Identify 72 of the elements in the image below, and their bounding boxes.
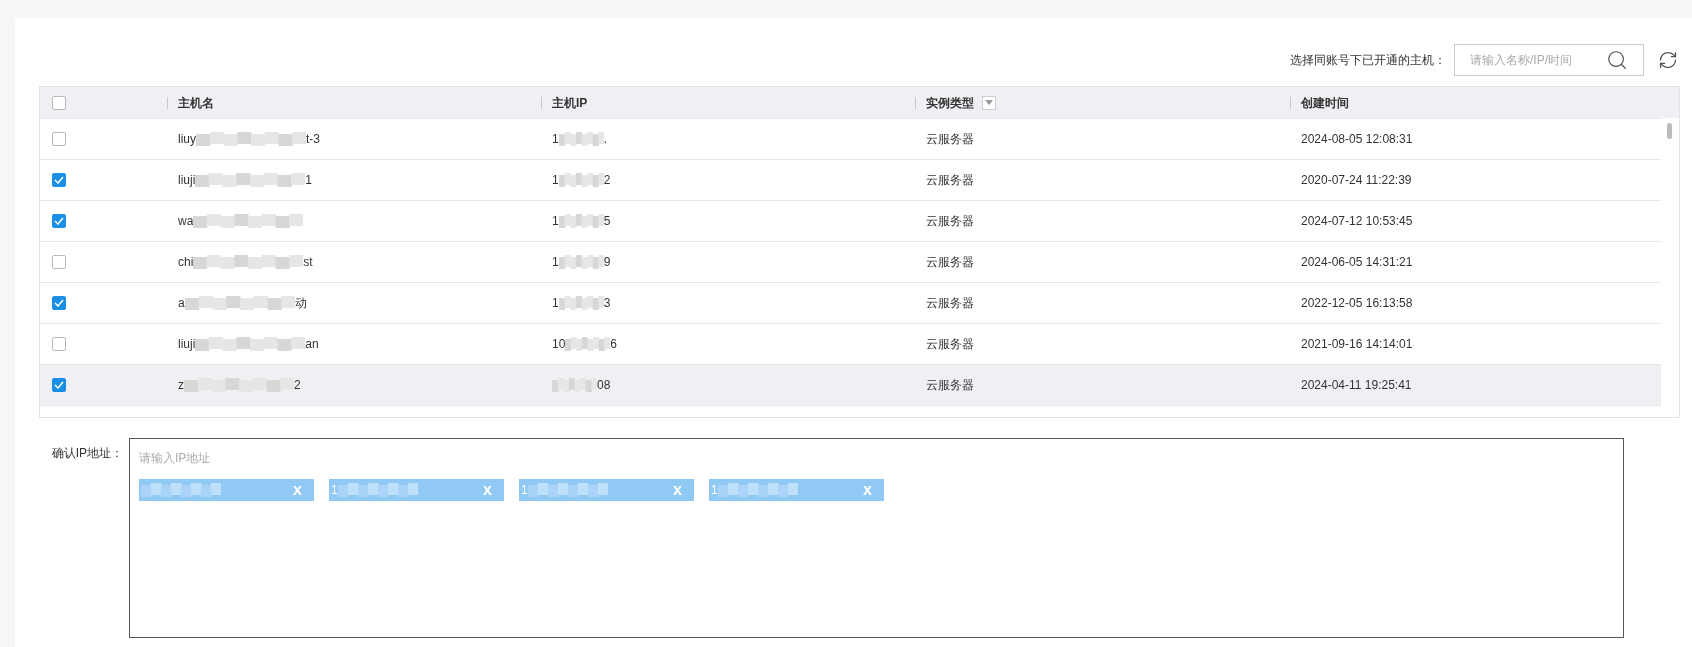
column-header[interactable]: 主机名	[178, 93, 214, 112]
checkbox[interactable]	[52, 337, 66, 351]
pixelated-redaction	[558, 172, 604, 188]
table-cell-text: 08	[597, 377, 611, 394]
checkbox[interactable]	[52, 95, 66, 110]
table-cell-text: 9	[603, 254, 611, 271]
table-cell: 云服务器	[926, 173, 974, 187]
table-cell: 2021-09-16 14:14:01	[1301, 337, 1413, 351]
search-input[interactable]: 请输入名称/IP/时间	[1470, 51, 1590, 69]
checkbox[interactable]	[52, 214, 66, 228]
table-cell-text: liuji	[178, 336, 196, 353]
table-cell: 2024-08-05 12:08:31	[1301, 132, 1413, 146]
table-cell-text: 动	[294, 295, 307, 312]
table-cell-text: 1	[305, 172, 313, 189]
table-cell-text: liuji	[178, 172, 196, 189]
table-cell: 2024-06-05 14:31:21	[1301, 255, 1413, 269]
scrollbar-thumb[interactable]	[1667, 123, 1672, 139]
table-cell-text: .	[603, 131, 608, 148]
pixelated-redaction	[565, 336, 611, 352]
tag-text: 1	[521, 482, 528, 499]
table-cell: 云服务器	[926, 214, 974, 228]
tag-text: 1	[331, 482, 338, 499]
table-cell: 云服务器	[926, 378, 974, 392]
table-cell-text: 5	[603, 213, 611, 230]
filter-dropdown-icon[interactable]	[982, 95, 996, 110]
table-cell-text: t-3	[306, 131, 321, 148]
table-cell: 云服务器	[926, 296, 974, 310]
table-cell-text: 1	[552, 295, 559, 312]
table-cell-text: 1	[552, 172, 559, 189]
table-cell-text: 3	[603, 295, 611, 312]
table-cell-text: a	[178, 295, 185, 312]
table-cell-text: 10	[552, 336, 566, 353]
refresh-icon[interactable]	[1658, 50, 1678, 70]
pixelated-redaction	[558, 254, 604, 270]
table-row[interactable]: z 2 08 云服务器 2024-04-11 19:25:41	[40, 364, 1661, 405]
table-cell-text: 2	[603, 172, 611, 189]
table-cell-text: liuy	[178, 131, 196, 148]
table-cell: 2020-07-24 11:22:39	[1301, 173, 1412, 187]
table-cell: 云服务器	[926, 132, 974, 146]
column-header[interactable]: 实例类型	[926, 93, 996, 112]
checkbox[interactable]	[52, 296, 66, 310]
table-cell: 云服务器	[926, 337, 974, 351]
table-cell: 云服务器	[926, 255, 974, 269]
table-cell-text: st	[303, 254, 313, 271]
table-cell-text: 1	[552, 213, 559, 230]
column-header[interactable]: 主机IP	[552, 93, 588, 112]
field-label: 确认IP地址：	[50, 445, 124, 462]
checkbox[interactable]	[52, 255, 66, 269]
column-header[interactable]: 创建时间	[1301, 93, 1349, 112]
tag-text: 1	[711, 482, 718, 499]
table-cell: 2024-04-11 19:25:41	[1301, 378, 1412, 392]
ip-address-input[interactable]: 请输入IP地址	[139, 449, 439, 467]
table-cell-text: chi	[178, 254, 194, 271]
table-cell-text: 1	[552, 254, 559, 271]
checkbox[interactable]	[52, 173, 66, 187]
table-cell-text: 6	[610, 336, 618, 353]
table-cell-text: wa	[178, 213, 194, 230]
pixelated-redaction	[558, 295, 604, 311]
pixelated-redaction	[558, 131, 604, 147]
pixelated-redaction	[558, 213, 604, 229]
search-field[interactable]: 请输入名称/IP/时间	[1454, 44, 1644, 76]
table-cell-text: z	[178, 377, 184, 394]
checkbox[interactable]	[52, 132, 66, 146]
table-cell-text: an	[305, 336, 319, 353]
pixelated-redaction	[552, 377, 597, 393]
table-cell-text: 2	[294, 377, 301, 394]
search-icon[interactable]	[1606, 49, 1628, 71]
checkbox[interactable]	[52, 378, 66, 392]
table-cell-text: 1	[552, 131, 559, 148]
table-cell: 2022-12-05 16:13:58	[1301, 296, 1413, 310]
table-cell: 2024-07-12 10:53:45	[1301, 214, 1413, 228]
search-label: 选择同账号下已开通的主机：	[1290, 52, 1446, 69]
